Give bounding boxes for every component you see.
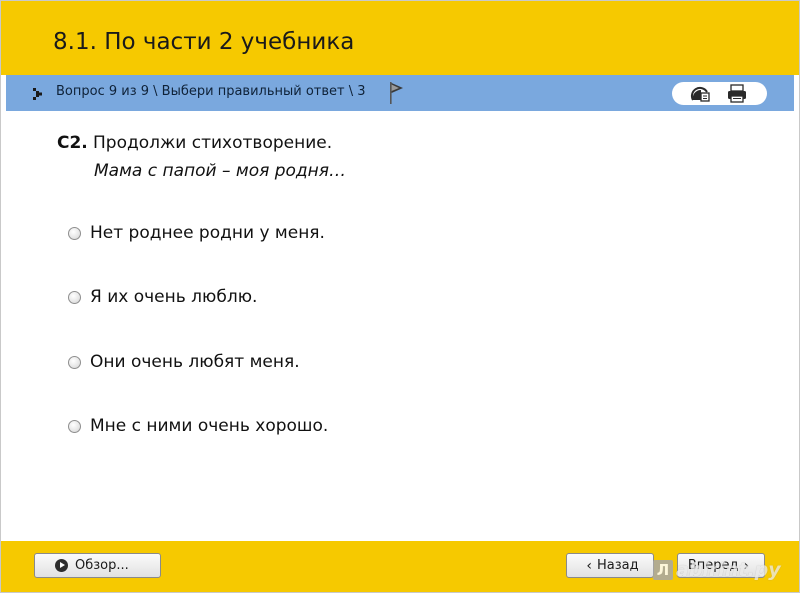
answer-option-3[interactable]: Они очень любят меня.	[68, 349, 300, 375]
review-button[interactable]: Обзор...	[34, 553, 161, 578]
question-area: С2. Продолжи стихотворение. Мама с папой…	[6, 111, 794, 541]
review-button-label: Обзор...	[75, 558, 129, 573]
print-icon[interactable]	[726, 84, 748, 103]
answer-option-4[interactable]: Мне с ними очень хорошо.	[68, 413, 328, 439]
answer-option-label: Они очень любят меня.	[90, 352, 300, 372]
question-number: С2.	[57, 133, 88, 153]
header-bar: 8.1. По части 2 учебника	[1, 1, 799, 75]
back-button[interactable]: ‹ Назад	[566, 553, 654, 578]
watermark: Л abirint.ру	[653, 559, 781, 581]
quiz-window: 8.1. По части 2 учебника Вопрос 9 из 9 \…	[0, 0, 800, 593]
answer-option-label: Мне с ними очень хорошо.	[90, 416, 329, 436]
question-nav-icon[interactable]	[33, 88, 43, 100]
help-icon[interactable]	[690, 84, 712, 103]
flag-icon[interactable]	[388, 81, 406, 105]
question-navbar: Вопрос 9 из 9 \ Выбери правильный ответ …	[6, 75, 794, 111]
radio-button[interactable]	[68, 226, 81, 240]
watermark-text: abirint.ру	[676, 559, 781, 581]
breadcrumb: Вопрос 9 из 9 \ Выбери правильный ответ …	[56, 84, 366, 99]
answer-option-1[interactable]: Нет роднее родни у меня.	[68, 220, 325, 246]
footer-bar: Обзор... ‹ Назад Вперед › Л abirint.ру	[1, 541, 799, 592]
radio-button[interactable]	[68, 290, 81, 304]
play-icon	[55, 559, 68, 572]
back-button-label: Назад	[597, 558, 639, 573]
radio-button[interactable]	[68, 419, 81, 433]
answer-option-label: Я их очень люблю.	[90, 287, 258, 307]
tools-panel	[672, 82, 767, 105]
answer-option-2[interactable]: Я их очень люблю.	[68, 284, 257, 310]
question-text: Продолжи стихотворение.	[93, 133, 333, 153]
answer-option-label: Нет роднее родни у меня.	[90, 223, 325, 243]
chevron-left-icon: ‹	[586, 557, 592, 574]
page-title: 8.1. По части 2 учебника	[53, 29, 355, 55]
radio-button[interactable]	[68, 355, 81, 369]
watermark-logo: Л	[653, 560, 673, 580]
question-subtext: Мама с папой – моя родня…	[94, 161, 347, 181]
